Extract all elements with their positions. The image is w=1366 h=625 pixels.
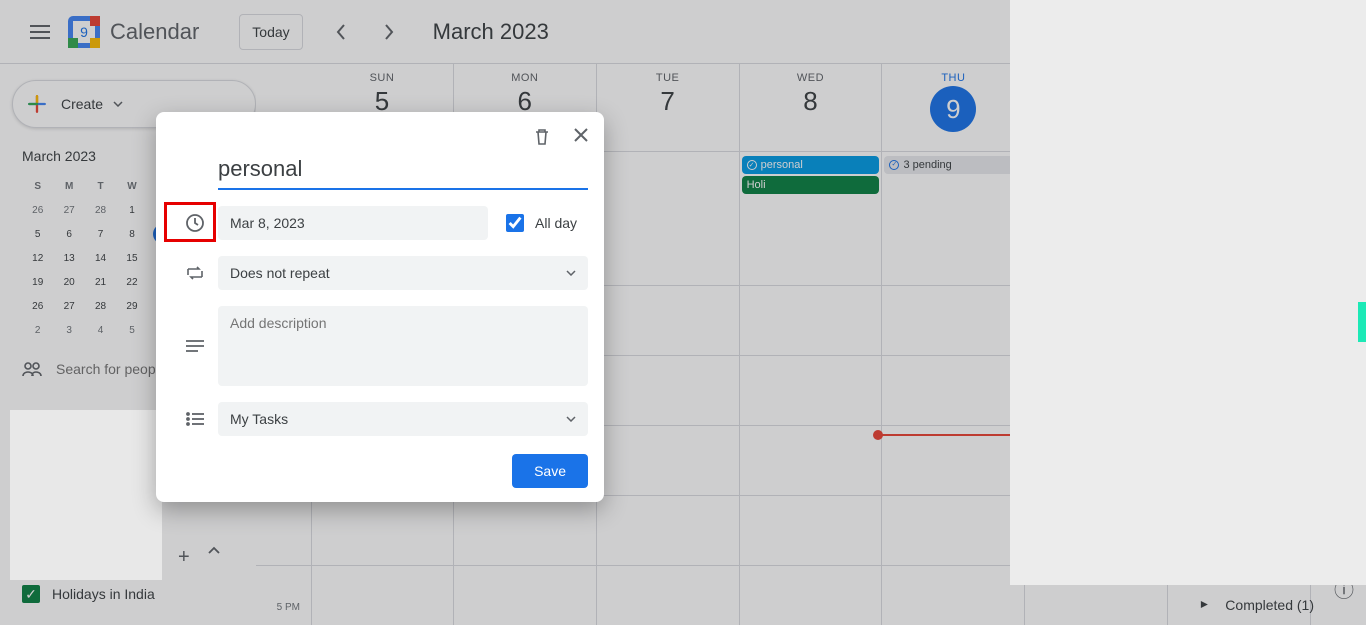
allday-checkbox[interactable] <box>506 214 524 232</box>
blank-popover <box>10 410 162 580</box>
tasklist-select[interactable]: My Tasks <box>218 402 588 436</box>
date-field[interactable]: Mar 8, 2023 <box>218 206 488 240</box>
chevron-down-icon <box>566 416 576 422</box>
chevron-down-icon <box>566 270 576 276</box>
save-button[interactable]: Save <box>512 454 588 488</box>
repeat-select[interactable]: Does not repeat <box>218 256 588 290</box>
description-input[interactable] <box>218 306 588 386</box>
repeat-value: Does not repeat <box>230 265 330 281</box>
tasklist-value: My Tasks <box>230 411 288 427</box>
task-title-input[interactable] <box>218 152 588 190</box>
annotation-highlight <box>164 202 216 242</box>
tasks-side-pane <box>1010 0 1366 585</box>
delete-icon[interactable] <box>534 128 550 146</box>
repeat-icon <box>172 265 218 281</box>
allday-toggle[interactable]: All day <box>502 211 577 235</box>
allday-label-text: All day <box>535 215 577 231</box>
quick-create-modal: Mar 8, 2023 All day Does not repeat <box>156 112 604 502</box>
list-icon <box>172 412 218 426</box>
description-icon <box>172 340 218 352</box>
close-icon[interactable] <box>574 128 588 146</box>
side-accent <box>1358 302 1366 342</box>
